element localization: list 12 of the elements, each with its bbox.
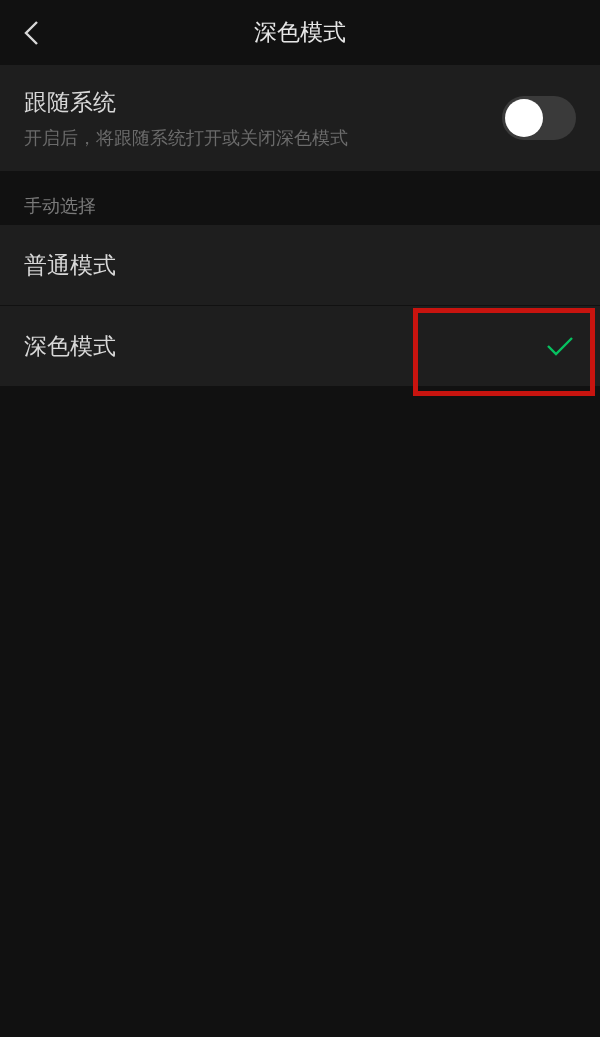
toggle-switch[interactable] — [502, 96, 576, 140]
page-title: 深色模式 — [254, 18, 346, 48]
checkmark-icon — [546, 336, 574, 356]
mode-label: 普通模式 — [24, 250, 116, 280]
back-button[interactable] — [22, 20, 40, 46]
section-header: 手动选择 — [24, 194, 96, 218]
mode-option[interactable]: 深色模式 — [0, 306, 600, 386]
mode-option[interactable]: 普通模式 — [0, 225, 600, 305]
back-icon — [22, 20, 40, 46]
setting-description: 开启后，将跟随系统打开或关闭深色模式 — [24, 125, 348, 150]
setting-label: 跟随系统 — [24, 88, 117, 118]
mode-label: 深色模式 — [24, 331, 116, 361]
